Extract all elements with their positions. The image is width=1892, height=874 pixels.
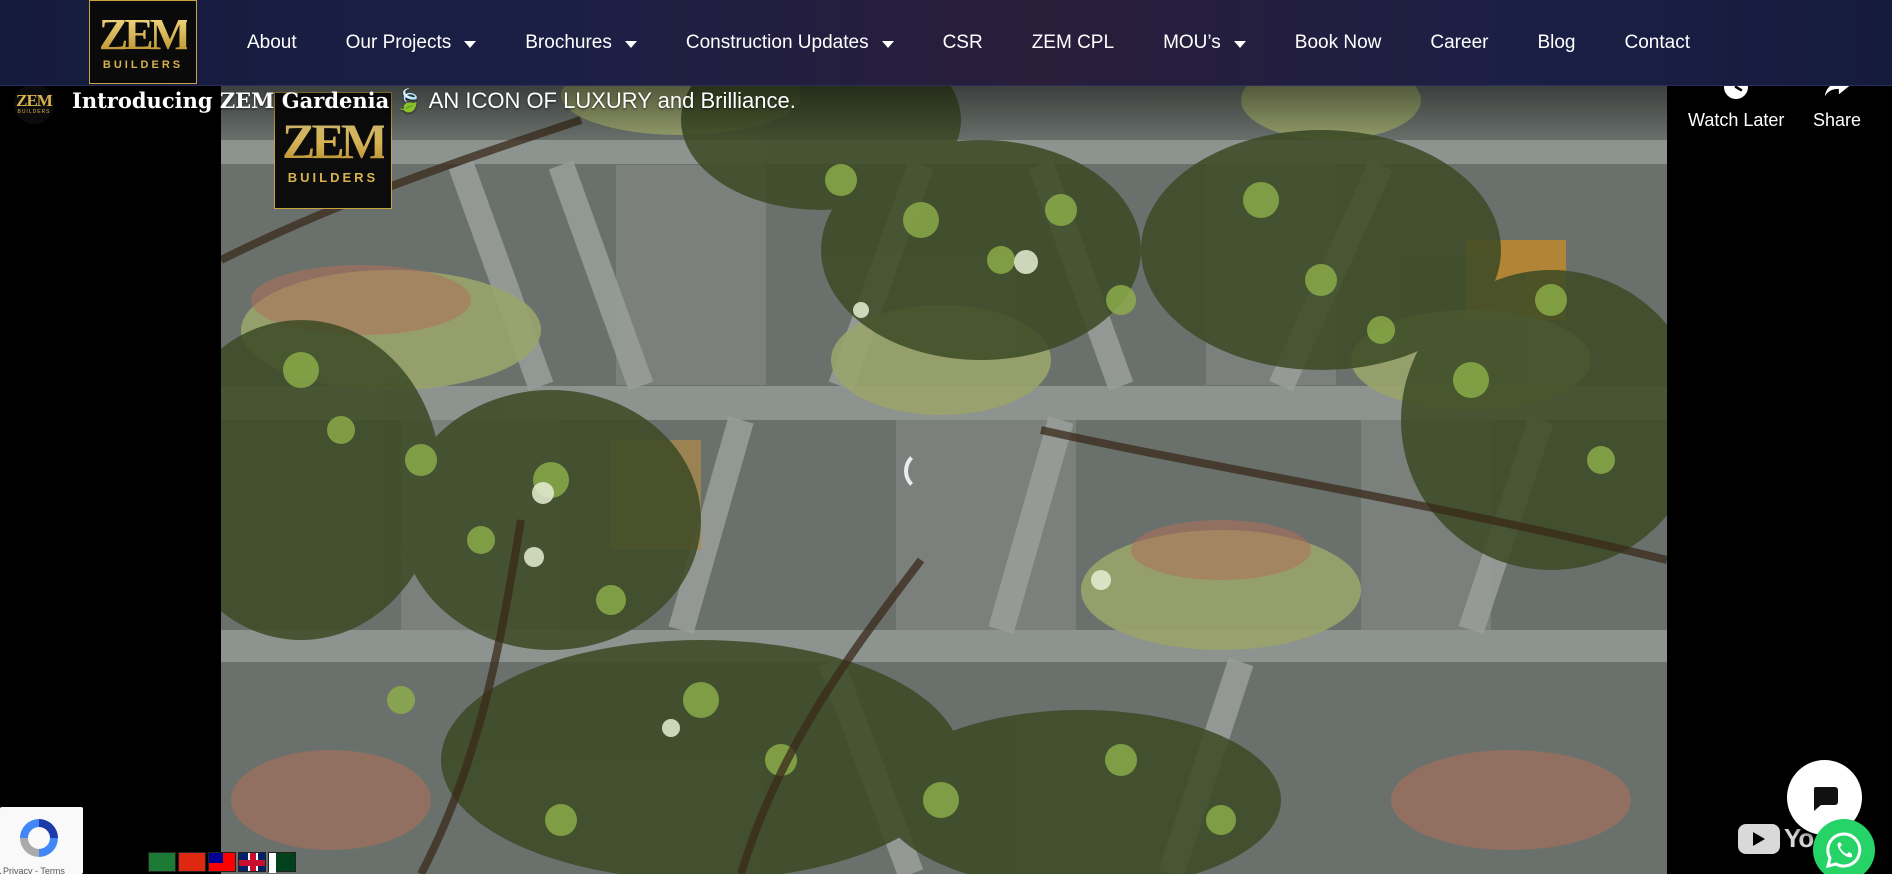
youtube-play-icon: [1738, 823, 1780, 854]
site-logo[interactable]: ZEM BUILDERS: [89, 0, 197, 84]
nav-label: About: [247, 32, 297, 53]
nav-label: Book Now: [1294, 32, 1382, 53]
recaptcha-badge[interactable]: Privacy - Terms: [0, 807, 83, 874]
nav-item-about[interactable]: About: [247, 32, 297, 54]
urdu-flag[interactable]: [268, 852, 296, 873]
spinner-icon: [904, 450, 946, 492]
main-nav: About Our Projects Brochures Constructio…: [247, 0, 1690, 86]
site-logo-subtext: BUILDERS: [102, 58, 184, 71]
taiwan-flag[interactable]: [208, 852, 236, 872]
watch-later-label: Watch Later: [1688, 110, 1785, 130]
nav-item-career[interactable]: Career: [1430, 32, 1488, 54]
caret-down-icon: [881, 40, 894, 48]
logo-subtext: BUILDERS: [287, 170, 379, 185]
site-header: ZEM BUILDERS About Our Projects Brochure…: [0, 0, 1892, 86]
nav-item-contact[interactable]: Contact: [1625, 32, 1690, 54]
arabic-flag[interactable]: [148, 852, 176, 872]
nav-item-book-now[interactable]: Book Now: [1295, 32, 1382, 54]
nav-item-zem-cpl[interactable]: ZEM CPL: [1032, 32, 1114, 54]
share-label: Share: [1813, 110, 1862, 130]
nav-label: Contact: [1624, 32, 1690, 53]
english-flag[interactable]: [238, 852, 266, 872]
nav-label: ZEM CPL: [1031, 32, 1115, 53]
nav-item-blog[interactable]: Blog: [1537, 32, 1575, 54]
nav-label: CSR: [942, 32, 983, 53]
nav-label: MOU’s: [1163, 32, 1221, 53]
video-title-bold: Introducing ZEM Gardenia: [72, 88, 390, 113]
channel-avatar[interactable]: ZEM BUILDERS: [14, 84, 54, 124]
caret-down-icon: [464, 40, 477, 48]
nav-label: Our Projects: [345, 32, 452, 53]
video-title[interactable]: Introducing ZEM Gardenia 🍃 AN ICON OF LUXU…: [72, 88, 796, 114]
chat-icon: [1813, 786, 1838, 811]
leaf-icon: 🍃: [395, 88, 423, 113]
nav-label: Career: [1430, 32, 1489, 53]
video-title-rest: AN ICON OF LUXURY and Brilliance.: [428, 88, 796, 113]
avatar-logo-subtext: BUILDERS: [17, 109, 51, 115]
nav-item-csr[interactable]: CSR: [943, 32, 983, 54]
site-logo-mark: ZEM: [98, 9, 191, 59]
nav-item-mous[interactable]: MOU’s: [1163, 32, 1246, 54]
nav-item-our-projects[interactable]: Our Projects: [346, 32, 477, 54]
nav-label: Brochures: [525, 32, 612, 53]
nav-item-brochures[interactable]: Brochures: [525, 32, 637, 54]
caret-down-icon: [624, 40, 637, 48]
chinese-flag[interactable]: [178, 852, 206, 872]
recaptcha-icon: [20, 819, 58, 857]
avatar-logo-mark: ZEM: [16, 91, 53, 110]
nav-label: Construction Updates: [685, 32, 869, 53]
nav-label: Blog: [1537, 32, 1576, 53]
recaptcha-links[interactable]: Privacy - Terms: [3, 866, 65, 874]
nav-item-construction-updates[interactable]: Construction Updates: [686, 32, 894, 54]
caret-down-icon: [1233, 40, 1246, 48]
whatsapp-button[interactable]: [1813, 819, 1875, 874]
language-switcher: [148, 852, 296, 873]
whatsapp-icon: [1825, 832, 1862, 869]
